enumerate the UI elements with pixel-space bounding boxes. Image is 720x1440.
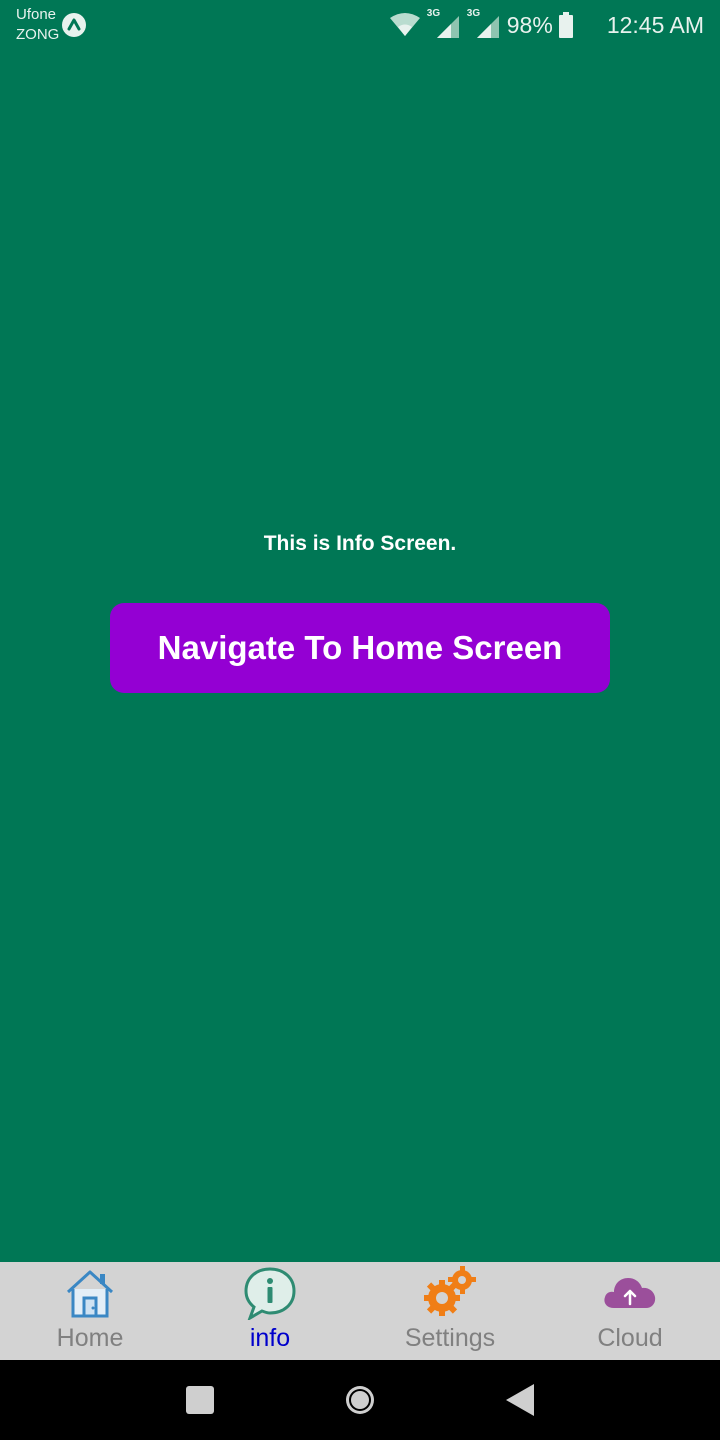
battery-icon [558,12,573,38]
carrier-info: Ufone ZONG [16,5,59,45]
carrier-primary: Ufone [16,6,57,23]
navigate-home-button[interactable]: Navigate To Home Screen [110,603,610,693]
recents-button[interactable] [180,1380,220,1420]
tab-home-label: Home [56,1324,124,1352]
app-screen: Ufone ZONG 3G 3G 98% 12:45 AM This is In… [0,0,720,1440]
tab-cloud-label: Cloud [597,1324,663,1352]
system-navigation-bar [0,1360,720,1440]
status-indicators: 3G 3G 98% 12:45 AM [389,8,704,42]
tab-settings[interactable]: Settings [360,1262,540,1360]
carrier-secondary: ZONG [16,26,60,43]
clock: 12:45 AM [606,11,704,38]
tab-info-label: info [249,1324,291,1352]
info-icon [244,1267,296,1320]
back-button[interactable] [500,1380,540,1420]
battery-percentage: 98% [506,11,553,38]
wifi-icon [389,13,420,36]
screen-message: This is Info Screen. [263,532,457,555]
tab-home[interactable]: Home [0,1262,180,1360]
tab-settings-label: Settings [404,1324,496,1352]
signal-icon-2: 3G [467,8,501,40]
app-notification-icon [62,13,86,37]
tab-info[interactable]: info [180,1262,360,1360]
bottom-tab-bar: Home info Settings Cloud [0,1262,720,1360]
status-bar: Ufone ZONG 3G 3G 98% 12:45 AM [0,0,720,50]
home-icon [66,1270,114,1318]
home-button[interactable] [340,1380,380,1420]
signal-icon-1: 3G [427,8,461,40]
tab-cloud[interactable]: Cloud [540,1262,720,1360]
cloud-upload-icon [604,1278,656,1308]
gears-icon [424,1266,476,1316]
